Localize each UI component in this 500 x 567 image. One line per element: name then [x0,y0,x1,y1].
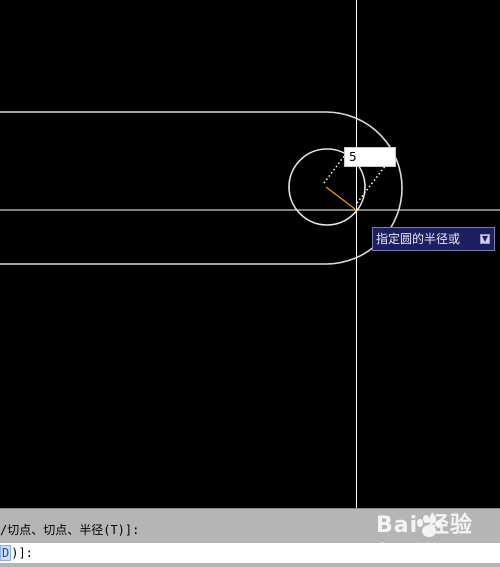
command-input-suffix: )]: [11,546,33,560]
dynamic-prompt-tooltip[interactable]: 指定圆的半径或 ▼ [372,227,495,251]
drawing-canvas[interactable]: 5 指定圆的半径或 ▼ [0,0,500,508]
dimension-extension-line [323,154,346,184]
drawing-svg[interactable] [0,0,500,508]
baidu-jingyan-watermark: Bai 经验 jingyan.baidu.com [376,511,494,559]
paw-icon [417,515,442,537]
command-history-line: /切点、切点、半径(T)]: [0,523,140,537]
tooltip-text: 指定圆的半径或 [376,232,461,246]
slot-outline[interactable] [0,111,403,265]
command-option-diameter[interactable]: D [0,545,12,561]
dropdown-arrow-icon[interactable]: ▼ [480,234,490,244]
radius-line [325,186,356,210]
autocad-window: 5 指定圆的半径或 ▼ /切点、切点、半径(T)]: D)]: Bai 经验 j… [0,0,500,567]
dynamic-input-field[interactable]: 5 [344,147,396,167]
watermark-sub-text: jingyan.baidu.com [380,542,464,552]
command-line-panel: /切点、切点、半径(T)]: D)]: Bai 经验 jingyan.baidu… [0,508,500,567]
